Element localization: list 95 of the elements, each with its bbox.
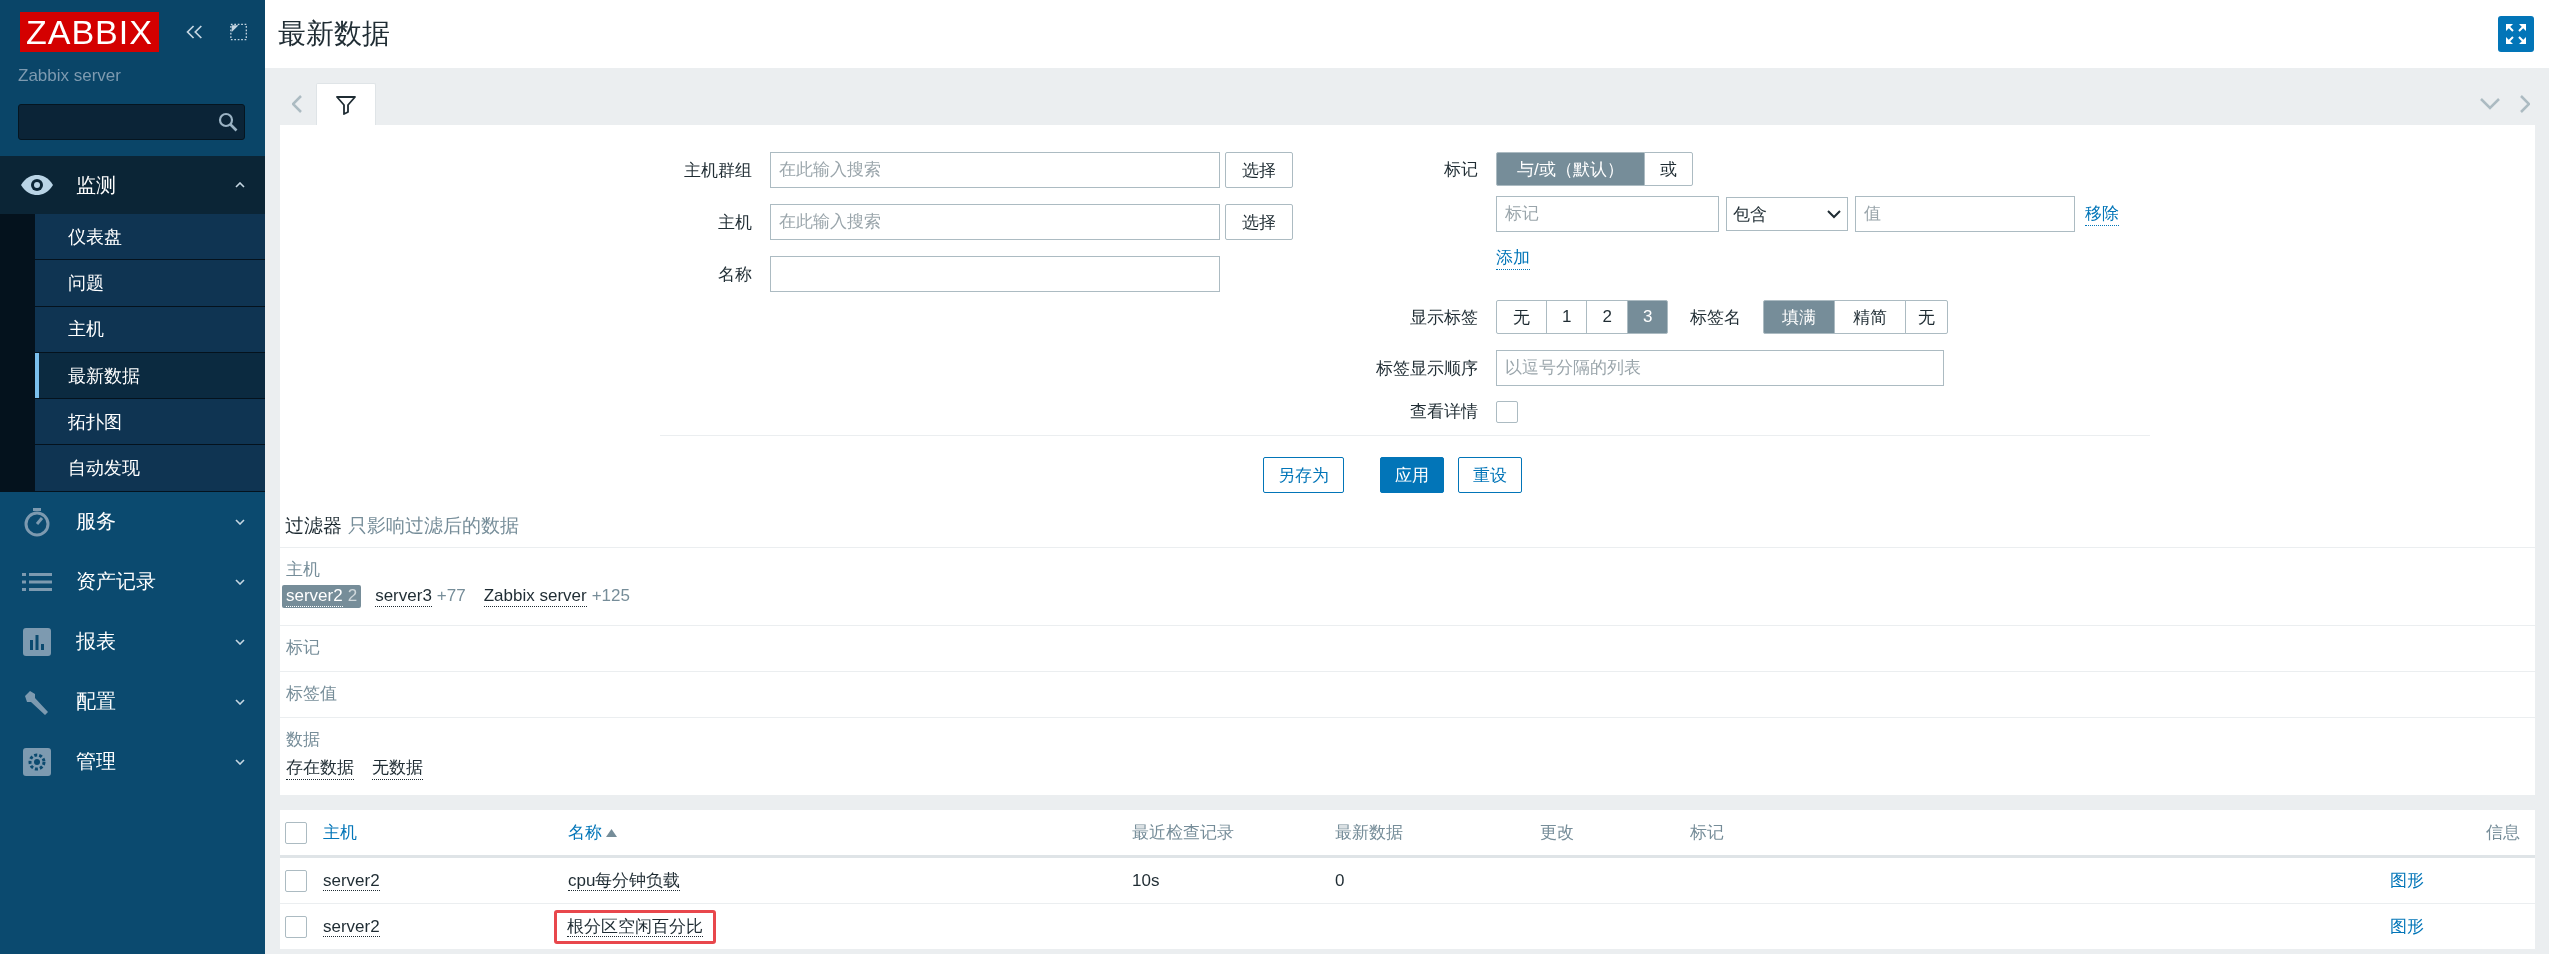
menu-item[interactable]: 配置	[0, 671, 265, 732]
chevron-right-icon[interactable]	[2520, 95, 2530, 113]
host-link[interactable]: server2	[323, 870, 380, 891]
menu-item[interactable]: 报表	[0, 611, 265, 672]
settings-icon	[23, 747, 51, 776]
row-checkbox[interactable]	[285, 915, 307, 938]
add-link[interactable]: 添加	[1496, 246, 1530, 270]
select-all-checkbox[interactable]	[285, 821, 307, 844]
bar-chart-icon	[23, 627, 51, 656]
filter-icon	[336, 94, 356, 115]
host-link[interactable]: server2	[323, 916, 380, 937]
show-tags-option[interactable]: 1	[1546, 300, 1588, 334]
search-icon[interactable]	[218, 112, 238, 132]
logo[interactable]: ZABBIX	[20, 12, 159, 52]
menu-item[interactable]: 资产记录	[0, 551, 265, 612]
select-button[interactable]: 选择	[1225, 152, 1293, 188]
caret-icon	[235, 698, 245, 705]
operator-toggle[interactable]: 或	[1643, 152, 1693, 186]
field-label: 查看详情	[1409, 401, 1478, 423]
list-icon	[22, 571, 52, 592]
menu-item[interactable]: 服务	[0, 491, 265, 552]
table-cell: 10s	[1132, 870, 1160, 890]
table-cell: 0	[1335, 870, 1345, 890]
caret-icon	[235, 578, 245, 585]
field-label: 显示标签	[1409, 306, 1478, 329]
caret-icon	[235, 518, 245, 525]
submenu-item[interactable]: 拓扑图	[35, 399, 265, 446]
item-name-link[interactable]: 根分区空闲百分比	[567, 916, 703, 937]
caret-icon	[235, 758, 245, 765]
field-label: 名称	[717, 263, 752, 286]
select-button[interactable]: 选择	[1225, 204, 1293, 240]
details-checkbox[interactable]	[1496, 400, 1518, 423]
operator-dropdown[interactable]: 包含	[1726, 197, 1848, 231]
input-field[interactable]	[770, 256, 1220, 292]
field-label: 主机	[717, 211, 752, 234]
chevron-down-icon	[1827, 209, 1841, 219]
tag-input[interactable]: 标记	[1496, 196, 1719, 232]
tag-name-option[interactable]: 精简	[1834, 300, 1907, 334]
graph-link[interactable]: 图形	[2390, 917, 2424, 936]
server-name: Zabbix server	[18, 66, 122, 86]
stopwatch-icon	[23, 506, 51, 537]
submenu-item[interactable]: 主机	[35, 306, 265, 353]
section-label: 标签值	[286, 683, 338, 705]
column-header: 信息	[2485, 822, 2521, 844]
summary-title: 过滤器	[285, 515, 342, 536]
page-title: 最新数据	[278, 17, 390, 51]
eye-icon	[20, 174, 54, 196]
search-field[interactable]	[18, 104, 245, 140]
summary-subtitle: 只影响过滤后的数据	[348, 515, 519, 536]
column-header[interactable]: 名称	[568, 821, 1132, 844]
graph-link[interactable]: 图形	[2390, 871, 2424, 890]
filter-value[interactable]: 存在数据	[282, 755, 358, 781]
input-field[interactable]: 在此输入搜索	[770, 152, 1220, 188]
field-label: 标签名	[1690, 306, 1742, 329]
column-header: 更改	[1540, 822, 1575, 844]
submenu-item[interactable]: 问题	[35, 260, 265, 307]
tag-name-option[interactable]: 无	[1905, 300, 1949, 334]
submenu-item[interactable]: 最新数据	[35, 352, 265, 400]
fullscreen-button[interactable]	[2498, 16, 2534, 52]
column-header[interactable]: 主机	[323, 821, 568, 844]
field-label: 主机群组	[683, 159, 752, 182]
submenu-item[interactable]: 自动发现	[35, 445, 265, 492]
menu-item[interactable]: 监测	[0, 156, 265, 214]
show-tags-option[interactable]: 2	[1586, 300, 1628, 334]
input-field[interactable]: 在此输入搜索	[770, 204, 1220, 240]
column-header: 最近检查记录	[1132, 822, 1235, 844]
section-label: 数据	[286, 729, 321, 751]
remove-link[interactable]: 移除	[2085, 202, 2119, 226]
section-label: 主机	[286, 559, 321, 581]
row-checkbox[interactable]	[285, 869, 307, 892]
filter-value[interactable]: Zabbix server +125	[479, 585, 634, 608]
menu-item[interactable]: 管理	[0, 731, 265, 792]
tag-order-input[interactable]: 以逗号分隔的列表	[1496, 350, 1944, 386]
chevron-down-icon[interactable]	[2480, 98, 2500, 110]
fullscreen-icon	[2505, 23, 2527, 45]
filter-button[interactable]: 应用	[1380, 457, 1444, 493]
chevron-left-icon[interactable]	[292, 95, 302, 113]
filter-button[interactable]: 另存为	[1263, 457, 1344, 493]
filter-button[interactable]: 重设	[1458, 457, 1522, 493]
value-input[interactable]: 值	[1855, 196, 2075, 232]
field-label: 标记	[1443, 158, 1478, 181]
column-header: 标记	[1690, 822, 1725, 844]
caret-icon	[235, 638, 245, 645]
filter-tab[interactable]	[316, 83, 376, 125]
field-label: 标签显示顺序	[1375, 357, 1478, 380]
item-name-link[interactable]: cpu每分钟负载	[568, 871, 681, 891]
filter-value[interactable]: 无数据	[368, 755, 427, 781]
submenu-item[interactable]: 仪表盘	[35, 214, 265, 261]
caret-icon	[235, 182, 245, 188]
filter-value[interactable]: server3 +77	[371, 585, 470, 608]
section-label: 标记	[286, 637, 321, 659]
undock-icon[interactable]	[229, 22, 247, 42]
collapse-icon[interactable]	[184, 23, 204, 41]
show-tags-option[interactable]: 无	[1496, 300, 1547, 334]
column-header: 最新数据	[1335, 822, 1404, 844]
